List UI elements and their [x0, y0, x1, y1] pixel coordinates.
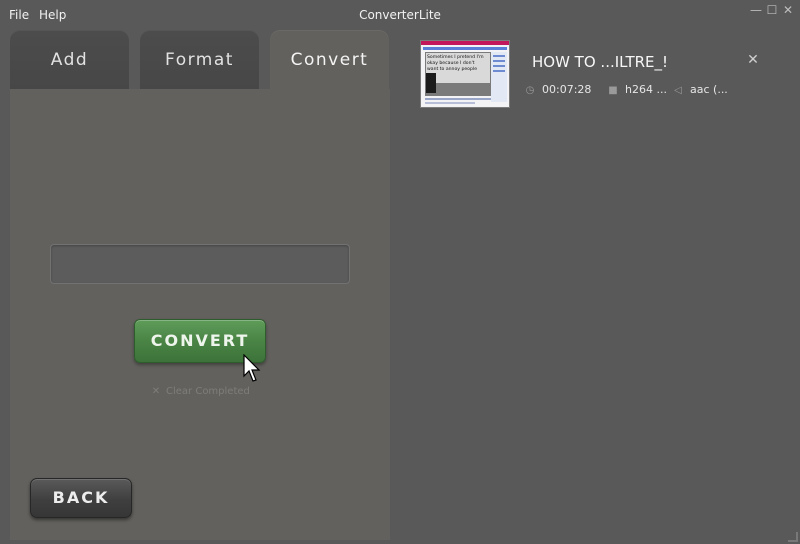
resize-grip-icon[interactable] [788, 532, 798, 542]
video-codec-info: ■ h264 ... [607, 83, 667, 97]
duration-value: 00:07:28 [542, 83, 592, 96]
menu-file[interactable]: File [9, 8, 29, 22]
maximize-icon[interactable]: ☐ [765, 3, 779, 17]
svg-text:Sometimes I pretend I'm: Sometimes I pretend I'm [427, 54, 484, 60]
clear-completed-button[interactable]: ✕ Clear Completed [150, 385, 260, 399]
back-button[interactable]: BACK [30, 478, 132, 518]
remove-item-icon[interactable]: ✕ [746, 53, 760, 67]
menu-help[interactable]: Help [39, 8, 66, 22]
video-camera-icon: ■ [608, 85, 618, 96]
clear-x-icon: ✕ [151, 386, 161, 397]
svg-text:okay because I don't: okay because I don't [427, 60, 475, 66]
audio-codec-value: aac (... [690, 83, 728, 96]
tab-format[interactable]: Format [140, 30, 259, 89]
left-panel: Add Format Convert CONVERT ✕ Clear Comple… [10, 30, 390, 540]
video-thumbnail: Sometimes I pretend I'm okay because I d… [420, 40, 510, 108]
close-icon[interactable]: ✕ [781, 3, 795, 17]
audio-codec-info: ◁ aac (... [672, 83, 728, 97]
tab-add[interactable]: Add [10, 30, 129, 89]
clock-icon: ◷ [525, 85, 535, 96]
clear-completed-label: Clear Completed [166, 386, 250, 397]
progress-bar [50, 244, 350, 284]
menu-bar: File Help [0, 0, 360, 30]
video-codec-value: h264 ... [625, 83, 667, 96]
tab-convert[interactable]: Convert [270, 30, 389, 90]
mouse-cursor-icon [243, 354, 261, 382]
queue-item[interactable]: Sometimes I pretend I'm okay because I d… [420, 40, 780, 108]
speaker-icon: ◁ [674, 85, 682, 96]
svg-text:want to annoy people: want to annoy people [427, 66, 477, 72]
thumbnail-image: Sometimes I pretend I'm okay because I d… [421, 41, 509, 107]
minimize-icon[interactable]: — [749, 3, 763, 17]
app-window: File Help ConverterLite — ☐ ✕ Add Format… [0, 0, 800, 544]
item-title: HOW TO ...ILTRE_! [532, 53, 669, 71]
duration-info: ◷ 00:07:28 [524, 83, 592, 97]
convert-panel: CONVERT ✕ Clear Completed BACK [10, 89, 390, 540]
